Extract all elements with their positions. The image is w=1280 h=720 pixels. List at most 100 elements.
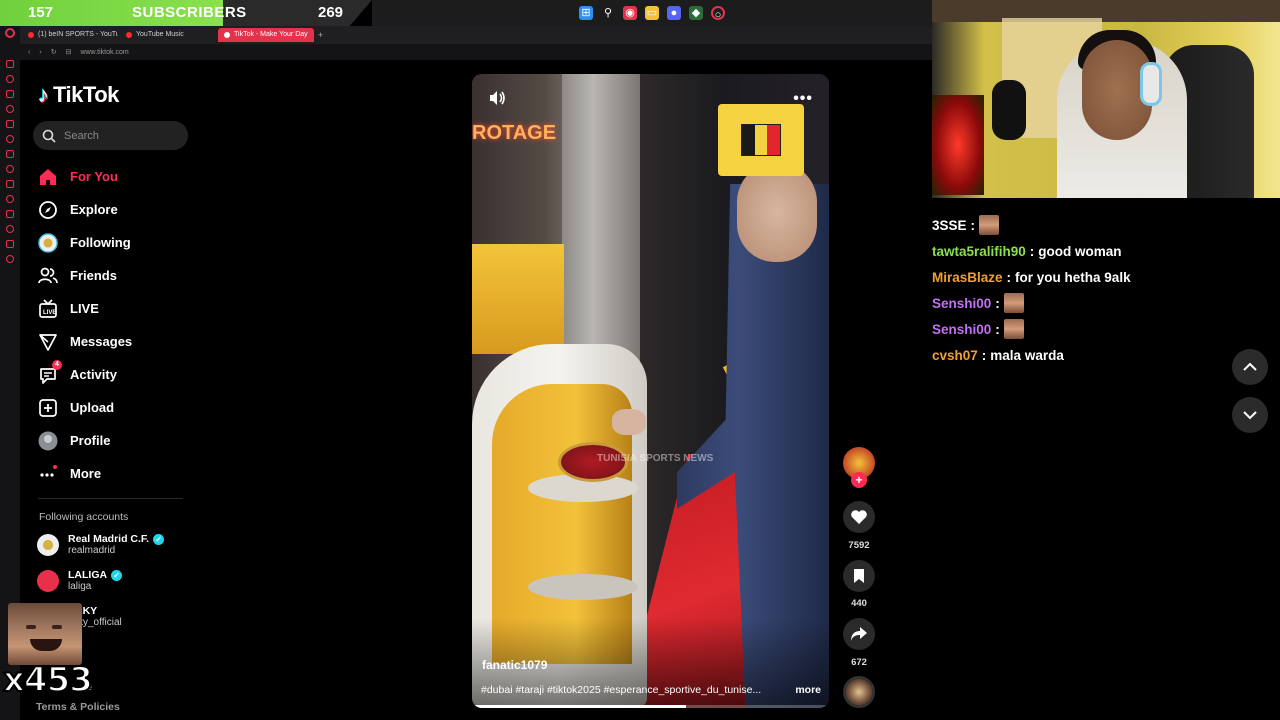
app-icon[interactable]: ◆ [689,6,703,20]
chat-separator: : [1006,269,1012,285]
sidebar-app-icon[interactable] [6,165,14,173]
sidebar-app-icon[interactable] [6,60,14,68]
nav-more[interactable]: More [38,457,198,490]
follow-plus-button[interactable]: + [851,472,867,488]
sidebar-app-icon[interactable] [6,105,14,113]
svg-text:LIVE: LIVE [43,310,56,316]
sidebar-app-icon[interactable] [6,120,14,128]
scroll-up-button[interactable] [1232,349,1268,385]
nav-for-you[interactable]: For You [38,160,198,193]
nav-label: LIVE [70,301,99,316]
sidebar-app-icon[interactable] [6,90,14,98]
chevron-down-icon [1243,411,1257,420]
youtube-music-icon [126,32,132,38]
chat-username[interactable]: 3SSE [932,218,967,233]
sidebar-app-icon[interactable] [6,75,14,83]
nav-following[interactable]: Following [38,226,198,259]
like-button[interactable] [843,501,875,533]
url-field[interactable]: www.tiktok.com [80,49,128,56]
chat-message: 3SSE: [932,212,1262,238]
sidebar-app-icon[interactable] [6,135,14,143]
chat-emote-icon [1003,319,1024,339]
folder-icon[interactable]: ▭ [645,6,659,20]
chat-text: for you hetha 9alk [1015,269,1131,285]
tab-label: (1) beIN SPORTS - YouTube [38,31,118,38]
sidebar-app-icon[interactable] [6,240,14,248]
sidebar-app-icon[interactable] [6,195,14,203]
video-options-icon[interactable]: ••• [793,90,813,108]
chat-username[interactable]: MirasBlaze [932,270,1003,285]
chat-username[interactable]: Senshi00 [932,296,991,311]
microphone-icon [992,80,1026,140]
save-count: 440 [851,598,867,609]
search-icon[interactable]: ⚲ [601,6,615,20]
caption-more-button[interactable]: more [795,684,821,696]
search-input[interactable]: Search [33,121,188,150]
nav-profile[interactable]: Profile [38,424,198,457]
reload-icon[interactable]: ↻ [51,48,57,56]
nav-label: Activity [70,367,117,382]
site-info-icon[interactable]: ⊟ [66,48,72,56]
like-count: 7592 [848,540,870,551]
back-icon[interactable]: ‹ [28,49,30,56]
nav-messages[interactable]: Messages [38,325,198,358]
music-disc-icon[interactable] [843,676,875,708]
chat-message: Senshi00: [932,316,1262,342]
scroll-down-button[interactable] [1232,397,1268,433]
sidebar-app-icon[interactable] [6,180,14,188]
tab-tiktok[interactable]: TikTok - Make Your Day [218,28,314,42]
subscriber-goal: 269 [318,4,344,21]
discord-icon[interactable]: ● [667,6,681,20]
browser-icon[interactable]: ◉ [623,6,637,20]
nav-upload[interactable]: Upload [38,391,198,424]
forward-icon[interactable]: › [39,49,41,56]
obs-icon[interactable]: ○ [711,6,725,21]
account-handle: realmadrid [68,545,116,556]
chat-username[interactable]: cvsh07 [932,348,978,363]
video-player[interactable]: ROTAGE TUNISIA SPORTS NEWS ••• fanatic10… [472,74,829,708]
terms-policies-link[interactable]: Terms & Policies [36,701,120,713]
tiktok-logo[interactable]: ♪ TikTok [38,82,119,108]
video-hashtags[interactable]: #dubai #taraji #tiktok2025 #esperance_sp… [481,684,781,696]
browser-logo-icon[interactable] [5,28,15,38]
tab-youtube-music[interactable]: YouTube Music [120,28,216,42]
chat-message: MirasBlaze: for you hetha 9alk [932,264,1262,290]
nav-activity[interactable]: 4 Activity [38,358,198,391]
save-button[interactable] [843,560,875,592]
new-tab-button[interactable]: + [316,30,323,40]
chat-emote-icon [1003,293,1024,313]
video-sign-text: ROTAGE [472,122,557,144]
os-taskbar: ⊞ ⚲ ◉ ▭ ● ◆ ○ [372,0,932,26]
sidebar-app-icon[interactable] [6,255,14,263]
profile-avatar [38,431,58,451]
windows-start-icon[interactable]: ⊞ [579,6,593,20]
account-real-madrid[interactable]: Real Madrid C.F. ✓ realmadrid [37,533,197,556]
chat-separator: : [981,347,987,363]
account-laliga[interactable]: LALIGA ✓ laliga [37,569,197,592]
chat-emote-icon [979,215,1000,235]
share-button[interactable] [843,618,875,650]
video-progress[interactable] [472,705,829,708]
youtube-icon [28,32,34,38]
activity-badge: 4 [52,360,62,370]
chat-message: Senshi00: [932,290,1262,316]
chat-username[interactable]: Senshi00 [932,322,991,337]
sidebar-app-icon[interactable] [6,210,14,218]
chat-username[interactable]: tawta5ralifih90 [932,244,1026,259]
nav-live[interactable]: LIVE LIVE [38,292,198,325]
share-count: 672 [851,657,867,668]
video-author[interactable]: fanatic1079 [482,658,547,672]
live-icon: LIVE [38,298,58,319]
nav-explore[interactable]: Explore [38,193,198,226]
sidebar-app-icon[interactable] [6,225,14,233]
sidebar-nav: For You Explore Following Friends LIVE L… [38,160,198,490]
headset-icon [1140,62,1162,106]
nav-friends[interactable]: Friends [38,259,198,292]
tab-bein-sports[interactable]: (1) beIN SPORTS - YouTube [22,28,118,42]
sidebar-app-icon[interactable] [6,150,14,158]
subscriber-count: 157 [28,4,54,21]
following-accounts-title: Following accounts [39,511,129,523]
home-icon [38,167,58,187]
volume-icon[interactable] [488,90,506,111]
following-avatar [38,232,58,253]
